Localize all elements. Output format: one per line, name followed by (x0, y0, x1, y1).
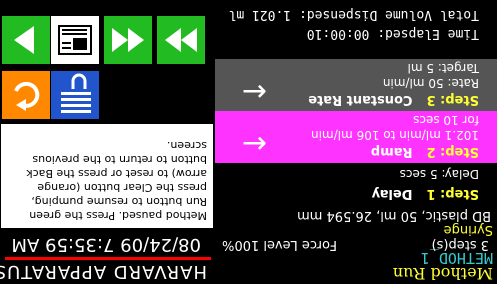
step-number: Step: 2 (426, 144, 479, 159)
steps-count: 3 step(s) (431, 237, 489, 252)
step-title: Step: 2 Ramp (371, 144, 479, 159)
fast-forward-icon (112, 28, 144, 52)
method-screen-icon (58, 25, 92, 55)
step-detail: 102.1 ml/min to 106 ml/min (311, 128, 479, 142)
stop-method-button[interactable] (51, 71, 99, 119)
run-button[interactable] (2, 16, 50, 64)
divider (5, 257, 211, 260)
time-elapsed: Time Elapsed: 00:00:10 (306, 26, 479, 41)
step-detail: Target: 5 ml (407, 61, 479, 75)
method-screen-button[interactable] (51, 16, 99, 64)
clear-reset-button[interactable] (2, 71, 50, 119)
step-number: Step: 3 (426, 92, 479, 107)
run-play-icon (14, 26, 34, 54)
step-title: Step: 1 Delay (372, 186, 479, 201)
step-type: Ramp (370, 144, 413, 159)
brand-logo: HARVARD APPARATUS (0, 261, 207, 282)
step-type: Constant Rate (308, 92, 413, 107)
pump-screen: Method Run METHOD_1 3 step(s) Force Leve… (0, 0, 497, 284)
date-time: 08/24/09 7:35:59 AM (11, 234, 201, 255)
message-text: Method paused. Press the green Run butto… (26, 139, 207, 222)
fast-forward-button[interactable] (104, 16, 152, 64)
message-box: Method paused. Press the green Run butto… (1, 124, 213, 228)
force-level: Force Level 100% (222, 237, 337, 252)
syringe-label: Syringe (443, 222, 493, 237)
step-row-3[interactable]: Step: 3 Constant Rate Rate: 50 ml/min Tar… (215, 59, 497, 111)
total-volume: Total Volume Dispensed: 1.021 ml (228, 7, 479, 22)
stop-method-icon (61, 73, 91, 113)
step-detail: for 10 secs (413, 113, 479, 127)
step-type: Delay (371, 186, 413, 201)
step-number: Step: 1 (426, 186, 479, 201)
fast-reverse-button[interactable] (157, 16, 205, 64)
arrow-left-icon: ← (241, 74, 267, 109)
step-title: Step: 3 Constant Rate (308, 92, 479, 107)
arrow-left-icon: ← (241, 126, 267, 161)
fast-reverse-icon (165, 28, 197, 52)
clear-reset-icon (14, 81, 40, 111)
step-row-1[interactable]: Step: 1 Delay Delay: 5 secs (215, 163, 497, 205)
syringe-description: BD plastic, 50 ml, 26.594 mm (297, 208, 491, 223)
step-detail: Delay: 5 secs (399, 167, 479, 181)
step-detail: Rate: 50 ml/min (382, 76, 479, 90)
